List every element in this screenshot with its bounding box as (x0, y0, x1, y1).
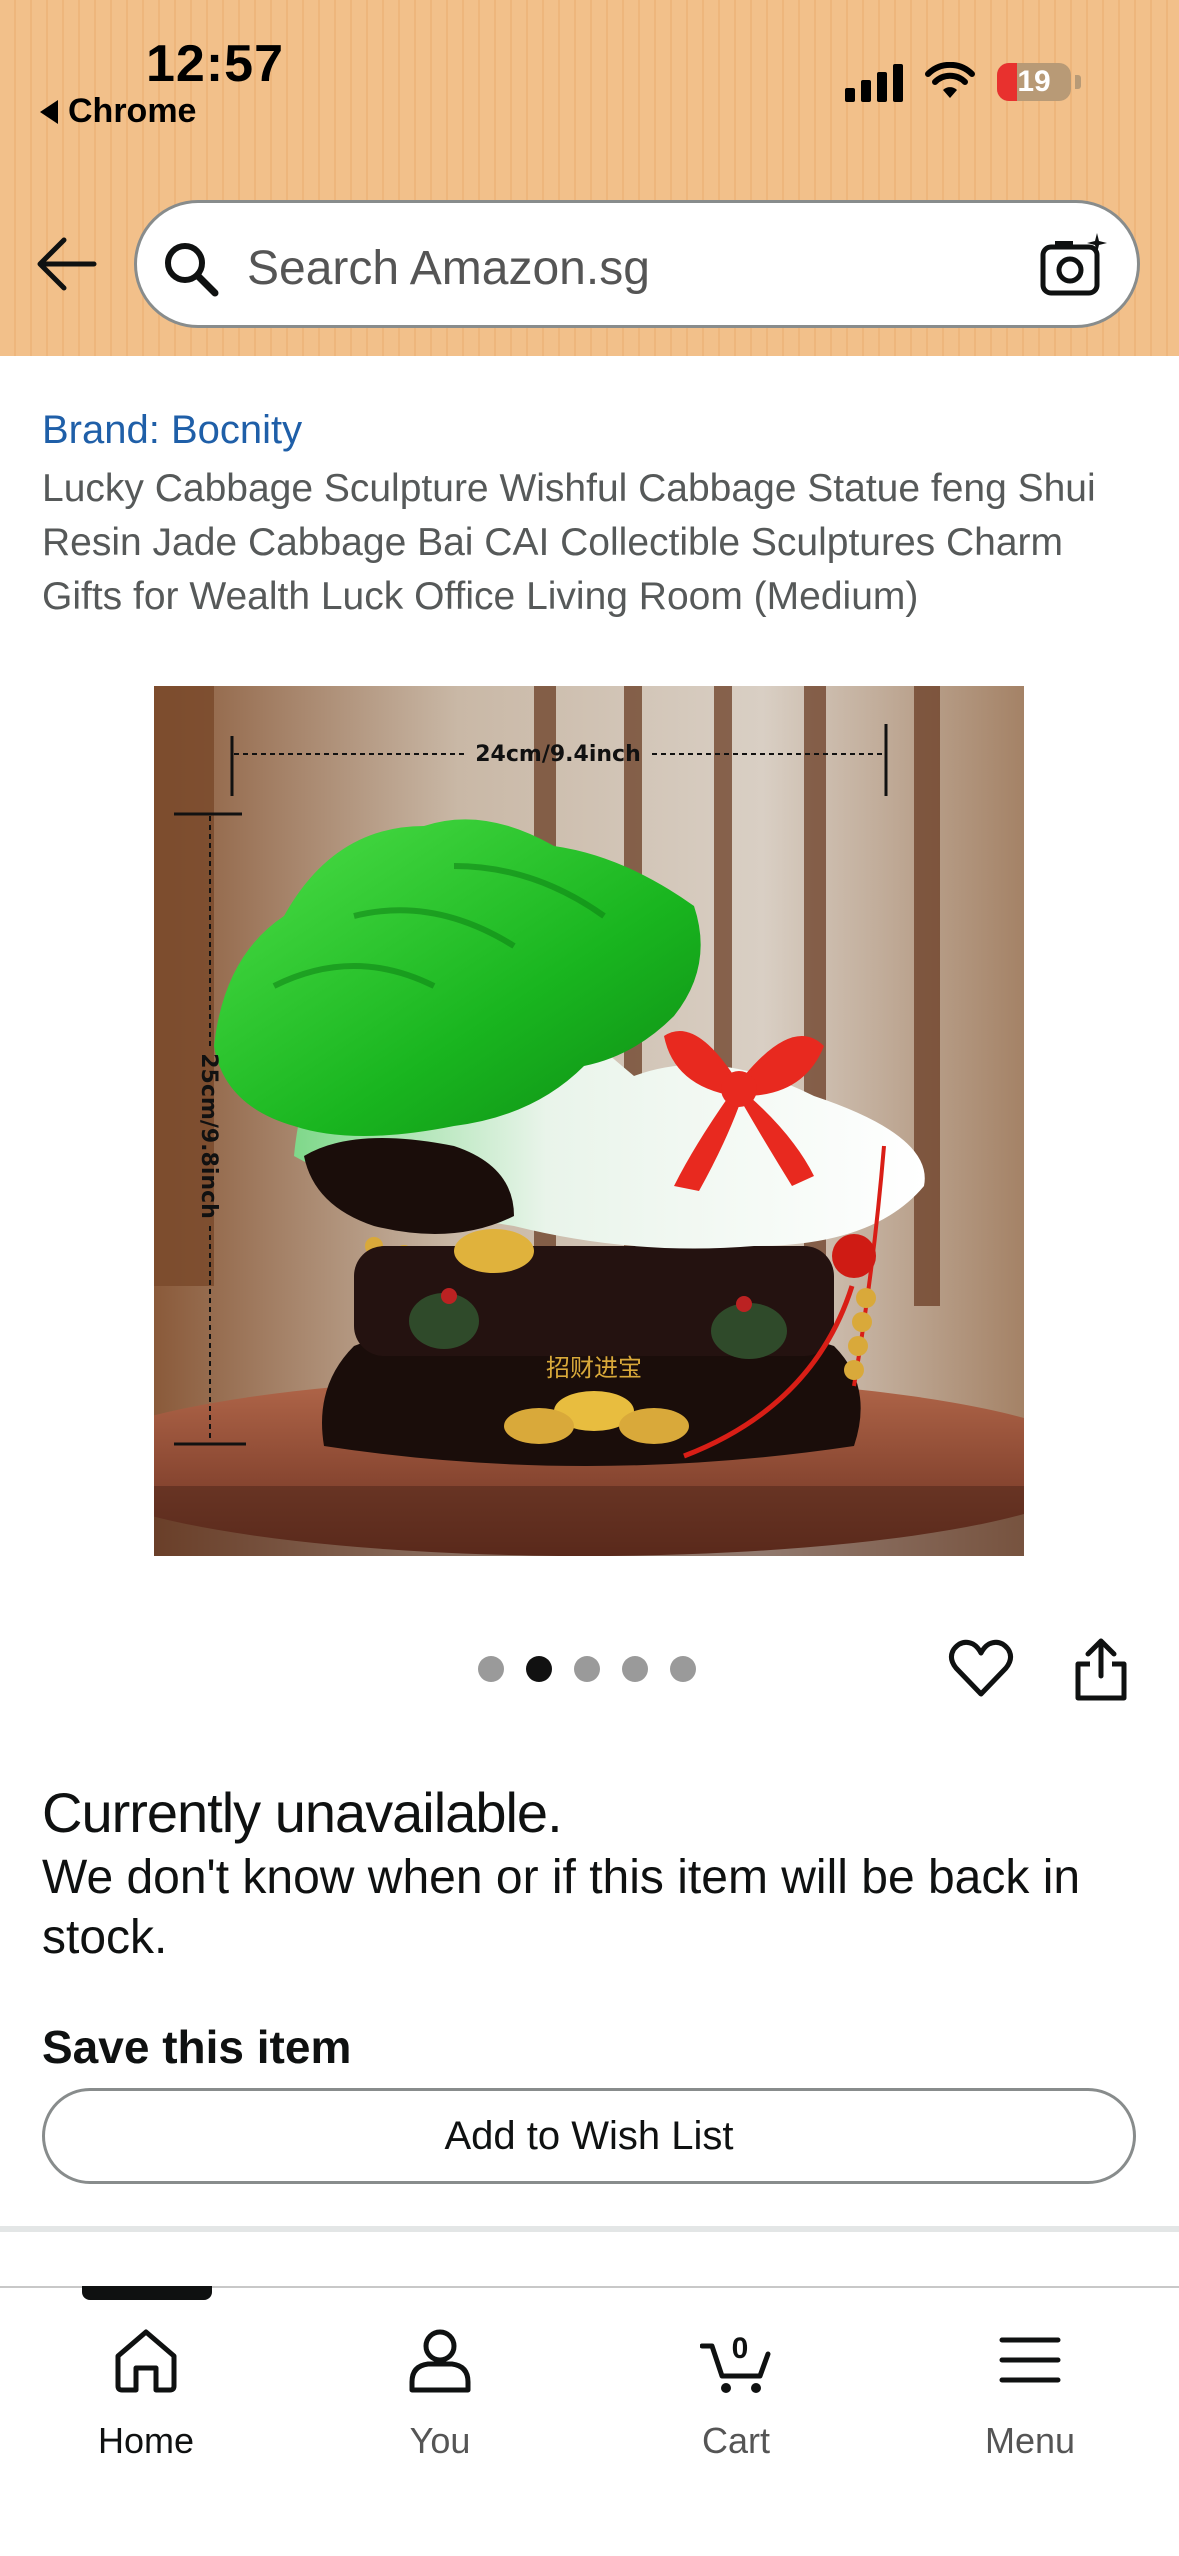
back-arrow-icon[interactable] (36, 236, 98, 292)
nav-home-label: Home (97, 2420, 195, 2461)
search-icon (165, 243, 219, 297)
carousel-dot[interactable] (670, 1656, 696, 1682)
availability-message: We don't know when or if this item will … (42, 1851, 1081, 1964)
person-icon (409, 2329, 471, 2393)
nav-home[interactable]: Home (36, 2288, 256, 2488)
nav-you-label: You (409, 2420, 471, 2461)
search-input[interactable]: Search Amazon.sg (247, 241, 650, 296)
nav-cart-label: Cart (701, 2420, 770, 2461)
save-item-heading: Save this item (42, 2021, 352, 2073)
status-time: 12:57 (146, 35, 284, 93)
product-title: Lucky Cabbage Sculpture Wishful Cabbage … (42, 467, 1096, 618)
image-carousel-dots[interactable] (478, 1656, 696, 1682)
heart-icon[interactable] (948, 1636, 1014, 1702)
width-dimension-label: 24cm/9.4inch (475, 742, 641, 767)
carousel-dot[interactable] (622, 1656, 648, 1682)
nav-cart[interactable]: 0 Cart (626, 2288, 846, 2488)
carousel-dot[interactable] (574, 1656, 600, 1682)
carousel-dot-active[interactable] (526, 1656, 552, 1682)
cabbage-sculpture-image: 招财进宝 24cm/9.4inch 25cm/9.8inch (154, 686, 1024, 1556)
back-app-label: Chrome (68, 92, 197, 130)
home-icon (115, 2329, 177, 2393)
product-image[interactable]: 招财进宝 24cm/9.4inch 25cm/9.8inch (154, 686, 1024, 1556)
nav-menu-label: Menu (984, 2420, 1076, 2461)
back-triangle-icon (40, 99, 58, 124)
nav-you[interactable]: You (330, 2288, 550, 2488)
availability-heading: Currently unavailable. (42, 1781, 563, 1844)
base-inscription: 招财进宝 (546, 1354, 642, 1382)
menu-icon (999, 2337, 1061, 2383)
status-indicators: 19 (845, 62, 1081, 102)
battery-level: 19 (1017, 65, 1051, 98)
brand-link[interactable]: Brand: Bocnity (42, 408, 302, 453)
app-header: 12:57 Chrome 19 Search Amazon.sg (0, 0, 1179, 356)
battery-icon: 19 (997, 63, 1071, 101)
back-to-app-link[interactable]: Chrome (40, 92, 196, 131)
share-icon[interactable] (1070, 1636, 1132, 1702)
carousel-dot[interactable] (478, 1656, 504, 1682)
search-bar[interactable]: Search Amazon.sg (134, 200, 1140, 328)
cart-count-badge: 0 (732, 2332, 749, 2365)
height-dimension-label: 25cm/9.8inch (196, 1053, 221, 1219)
add-to-wish-list-button[interactable]: Add to Wish List (42, 2088, 1136, 2184)
cart-icon: 0 (700, 2332, 771, 2393)
cellular-signal-icon (845, 62, 903, 102)
camera-search-icon[interactable] (1039, 231, 1109, 301)
active-tab-indicator (82, 2286, 212, 2300)
section-divider (0, 2226, 1179, 2232)
nav-menu[interactable]: Menu (920, 2288, 1140, 2488)
battery-tip (1075, 75, 1081, 89)
wifi-icon (925, 62, 975, 98)
bottom-navigation: Home You 0 Cart Menu (0, 2286, 1179, 2556)
